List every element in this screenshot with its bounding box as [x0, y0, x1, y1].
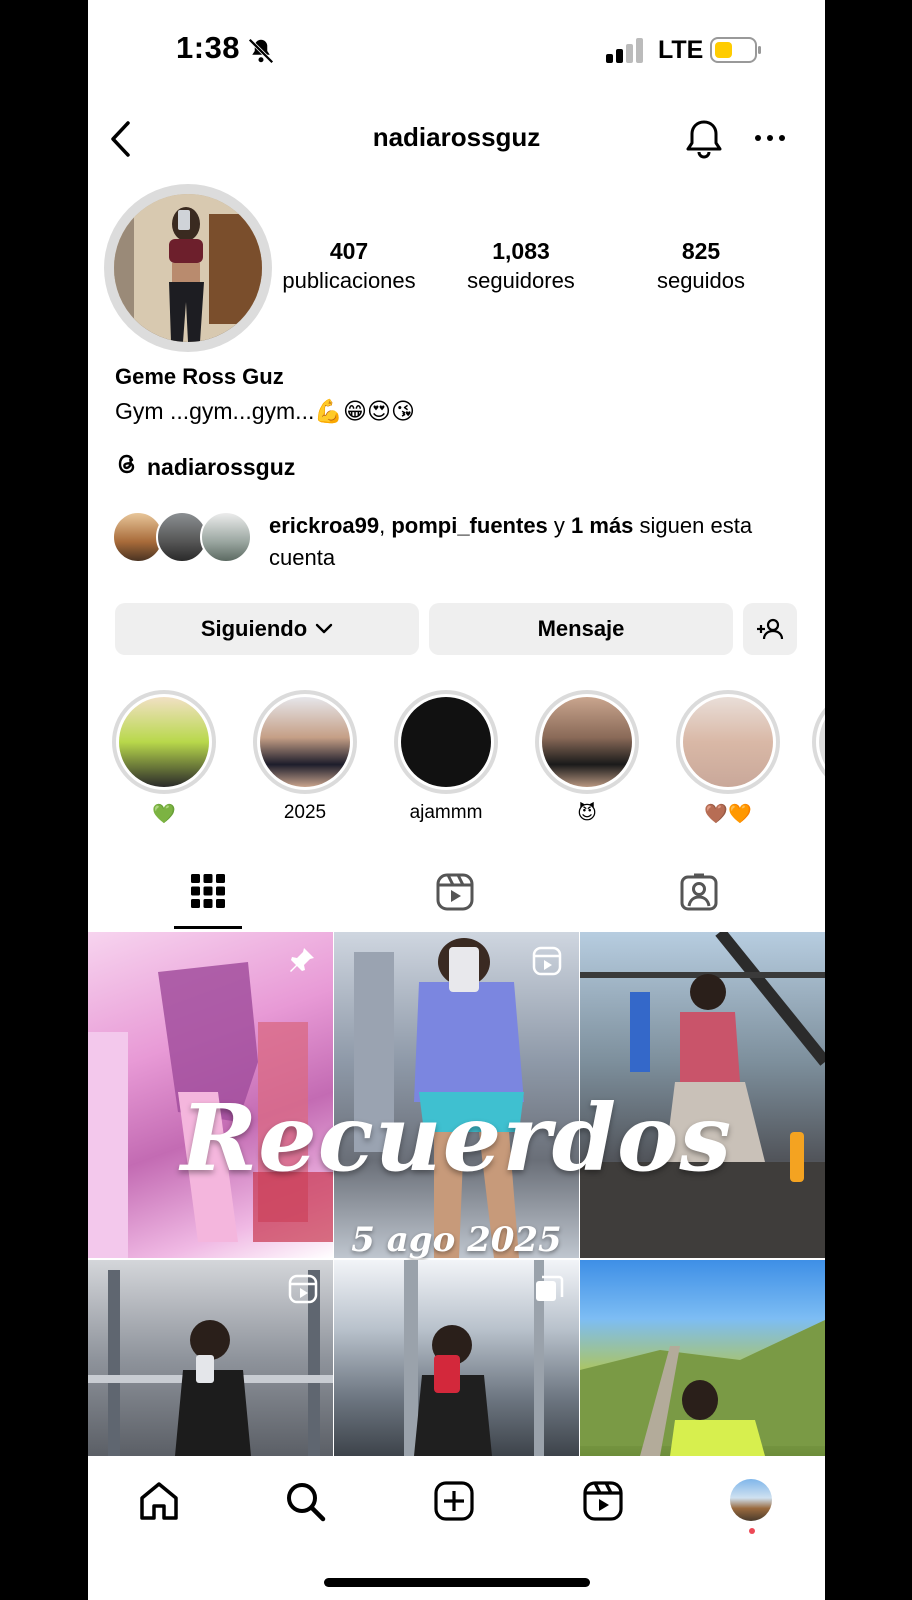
add-post-icon [434, 1481, 474, 1521]
story-highlight[interactable] [394, 690, 498, 794]
story-highlight[interactable] [812, 690, 825, 794]
tagged-tab[interactable] [680, 873, 718, 916]
create-tab[interactable] [433, 1480, 475, 1527]
profile-display-name: Geme Ross Guz [115, 364, 284, 389]
threads-icon [115, 451, 139, 483]
home-tab[interactable] [138, 1480, 180, 1527]
mutual-separator: , [379, 513, 392, 538]
post-thumbnail[interactable] [580, 1260, 825, 1456]
reels-tab[interactable] [436, 873, 474, 916]
reels-nav-tab[interactable] [582, 1480, 624, 1527]
message-button-label: Mensaje [537, 616, 625, 641]
memories-overlay-title: Recuerdos [180, 1084, 733, 1192]
highlight-cover [683, 697, 773, 787]
mutual-user-1[interactable]: erickroa99 [269, 513, 379, 538]
mutual-separator: y [547, 513, 572, 538]
notification-dot [749, 1528, 755, 1534]
notifications-bell-icon[interactable] [684, 118, 724, 165]
story-highlight[interactable] [112, 690, 216, 794]
add-person-icon [756, 617, 784, 641]
phone-screen: 1:38 LTE nadiarossguz 407 publicaciones … [88, 0, 825, 1600]
status-time: 1:38 [176, 30, 241, 65]
active-tab-indicator [174, 926, 242, 929]
stat-posts-value: 407 [329, 238, 369, 264]
reels-icon [583, 1481, 623, 1521]
profile-tab-avatar[interactable] [730, 1479, 772, 1521]
stat-followers-value: 1,083 [492, 238, 550, 264]
highlight-cover [401, 697, 491, 787]
reel-icon [288, 1274, 318, 1309]
signal-icon [606, 38, 648, 69]
post-thumbnail[interactable] [334, 1260, 579, 1456]
mutual-user-2[interactable]: pompi_fuentes [391, 513, 547, 538]
mutual-followers-text[interactable]: erickroa99, pompi_fuentes y 1 más siguen… [269, 510, 809, 574]
stat-followers[interactable]: 1,083 seguidores [446, 238, 596, 294]
following-button-label: Siguiendo [200, 616, 308, 641]
highlight-label: 😈 [577, 803, 597, 824]
post-thumbnail[interactable] [88, 1260, 333, 1456]
search-icon [287, 1483, 326, 1522]
chevron-down-icon [315, 623, 333, 635]
mutual-more[interactable]: 1 más [571, 513, 633, 538]
mutual-follower-avatar[interactable] [200, 511, 252, 563]
posts-grid-tab[interactable] [191, 874, 225, 913]
reels-icon [436, 873, 474, 911]
search-tab[interactable] [284, 1480, 326, 1527]
threads-link[interactable]: nadiarossguz [115, 451, 295, 483]
highlight-label: 🤎🧡 [704, 804, 752, 825]
highlight-cover [119, 697, 209, 787]
reel-icon [532, 946, 562, 981]
stat-following-value: 825 [681, 238, 721, 264]
story-highlight[interactable] [676, 690, 780, 794]
grid-icon [191, 874, 225, 908]
highlight-cover [542, 697, 632, 787]
battery-icon [710, 37, 762, 68]
highlight-label: 💚 [152, 804, 176, 825]
pinned-icon [288, 946, 316, 979]
profile-avatar[interactable] [114, 194, 262, 342]
stat-posts-label: publicaciones [282, 268, 416, 293]
story-highlight[interactable] [253, 690, 357, 794]
suggested-users-button[interactable] [743, 603, 797, 655]
highlight-label: ajammm [409, 802, 483, 823]
home-icon [140, 1482, 178, 1520]
stat-posts[interactable]: 407 publicaciones [264, 238, 434, 294]
post-image [580, 1320, 825, 1456]
message-button[interactable]: Mensaje [429, 603, 733, 655]
stat-following[interactable]: 825 seguidos [626, 238, 776, 294]
more-options-icon[interactable] [754, 130, 786, 148]
story-highlight[interactable] [535, 690, 639, 794]
highlight-cover [819, 697, 825, 787]
tagged-user-icon [680, 873, 718, 911]
memories-overlay-date: 5 ago 2025 [351, 1220, 562, 1260]
highlight-label: 2025 [283, 802, 327, 823]
carousel-icon [534, 1274, 564, 1309]
highlight-cover [260, 697, 350, 787]
network-label: LTE [658, 36, 704, 64]
profile-bio: Gym ...gym...gym...💪😁😍😘 [115, 398, 415, 424]
silent-mode-icon [246, 36, 276, 71]
stat-followers-label: seguidores [467, 268, 575, 293]
following-button[interactable]: Siguiendo [115, 603, 419, 655]
threads-handle: nadiarossguz [147, 453, 296, 480]
home-indicator [324, 1578, 590, 1587]
stat-following-label: seguidos [656, 268, 746, 293]
